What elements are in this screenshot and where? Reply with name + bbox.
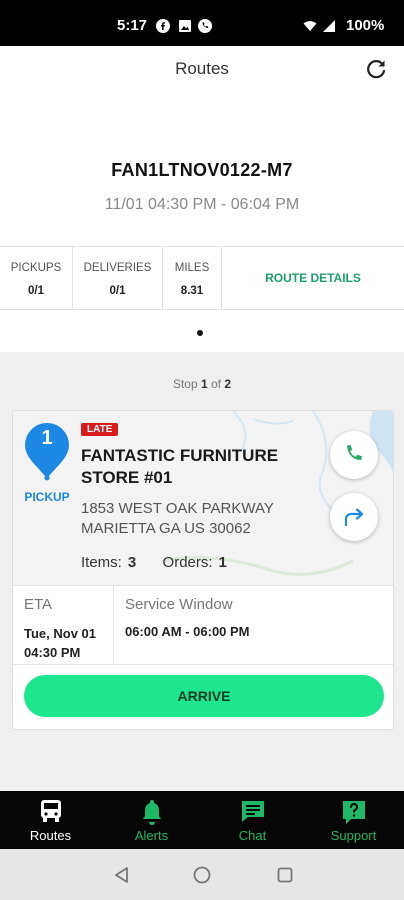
status-time: 5:17: [117, 17, 148, 34]
stop-of: of: [211, 377, 222, 391]
stop-address: 1853 WEST OAK PARKWAY MARIETTA GA US 300…: [81, 499, 321, 539]
bottom-nav: Routes Alerts Chat Support: [0, 791, 404, 849]
stop-counts: Items: 3 Orders: 1: [81, 554, 227, 571]
route-time-range: 11/01 04:30 PM - 06:04 PM: [104, 196, 300, 213]
stop-prefix: Stop: [172, 377, 198, 391]
stop-current: 1: [200, 377, 208, 391]
facebook-icon: [156, 19, 170, 33]
battery-percent: 100%: [346, 17, 385, 34]
page-indicator: [0, 310, 404, 352]
stop-name: FANTASTIC FURNITURE STORE #01: [81, 446, 279, 487]
phone-icon: [198, 19, 212, 33]
nav-label: Support: [330, 828, 377, 843]
page-dot: [197, 330, 203, 336]
nav-alerts[interactable]: Alerts: [101, 791, 202, 849]
items-label: Items:: [81, 554, 122, 571]
nav-label: Alerts: [134, 828, 169, 843]
eta-section: ETA Tue, Nov 01 04:30 PM: [13, 586, 114, 664]
nav-support[interactable]: Support: [303, 791, 404, 849]
route-summary: FAN1LTNOV0122-M7 11/01 04:30 PM - 06:04 …: [0, 110, 404, 246]
eta-label: ETA: [24, 596, 53, 613]
truck-icon: [41, 800, 61, 822]
late-badge: LATE: [81, 423, 119, 436]
stat-label: DELIVERIES: [83, 262, 152, 274]
phone-icon: [347, 445, 362, 460]
stat-value: 0/1: [109, 285, 126, 297]
app-header: Routes: [0, 46, 404, 110]
stat-pickups: PICKUPS 0/1: [0, 247, 73, 309]
stop-card-header: 1 PICKUP LATE FANTASTIC FURNITURE STORE …: [13, 411, 393, 585]
refresh-icon[interactable]: [362, 55, 390, 83]
page-title: Routes: [175, 59, 229, 78]
wifi-icon: [303, 21, 317, 31]
orders-value: 1: [218, 554, 227, 571]
chat-icon: [242, 801, 264, 822]
eta-row: ETA Tue, Nov 01 04:30 PM Service Window …: [13, 585, 393, 665]
home-icon[interactable]: [193, 866, 211, 884]
call-button[interactable]: [330, 431, 378, 479]
service-window-label: Service Window: [125, 596, 233, 613]
bell-icon: [143, 800, 161, 825]
stop-total: 2: [224, 377, 232, 391]
system-nav-bar: [0, 849, 404, 900]
route-stats: PICKUPS 0/1 DELIVERIES 0/1 MILES 8.31 RO…: [0, 246, 404, 310]
stat-label: PICKUPS: [10, 262, 62, 274]
stop-type-label: PICKUP: [24, 490, 70, 504]
nav-routes[interactable]: Routes: [0, 791, 101, 849]
help-icon: [343, 801, 365, 824]
arrive-button[interactable]: ARRIVE: [24, 675, 384, 717]
service-window-value: 06:00 AM - 06:00 PM: [125, 624, 250, 639]
stat-value: 0/1: [28, 285, 44, 297]
directions-icon: [344, 508, 364, 527]
stop-card[interactable]: 1 PICKUP LATE FANTASTIC FURNITURE STORE …: [12, 410, 394, 730]
stat-miles: MILES 8.31: [163, 247, 222, 309]
route-id: FAN1LTNOV0122-M7: [111, 160, 293, 180]
gallery-icon: [179, 20, 191, 32]
stat-deliveries: DELIVERIES 0/1: [73, 247, 163, 309]
stop-indicator: Stop 1 of 2: [0, 377, 404, 391]
address-line-1: 1853 WEST OAK PARKWAY: [81, 500, 274, 517]
signal-icon: [323, 20, 335, 32]
recents-icon[interactable]: [277, 866, 293, 884]
stop-number: 1: [41, 427, 53, 449]
orders-label: Orders:: [162, 554, 213, 571]
nav-chat[interactable]: Chat: [202, 791, 303, 849]
items-value: 3: [127, 554, 137, 571]
nav-label: Chat: [238, 828, 267, 843]
navigate-button[interactable]: [330, 493, 378, 541]
status-bar: 5:17 100%: [0, 0, 404, 46]
nav-label: Routes: [29, 828, 72, 843]
route-details-link[interactable]: ROUTE DETAILS: [222, 247, 404, 309]
stat-label: MILES: [174, 262, 210, 274]
back-icon[interactable]: [113, 866, 129, 884]
eta-time: 04:30 PM: [24, 645, 81, 660]
eta-date: Tue, Nov 01: [24, 626, 97, 641]
address-line-2: MARIETTA GA US 30062: [81, 520, 251, 537]
eta-value: Tue, Nov 01 04:30 PM: [24, 624, 96, 662]
stat-value: 8.31: [180, 285, 204, 297]
